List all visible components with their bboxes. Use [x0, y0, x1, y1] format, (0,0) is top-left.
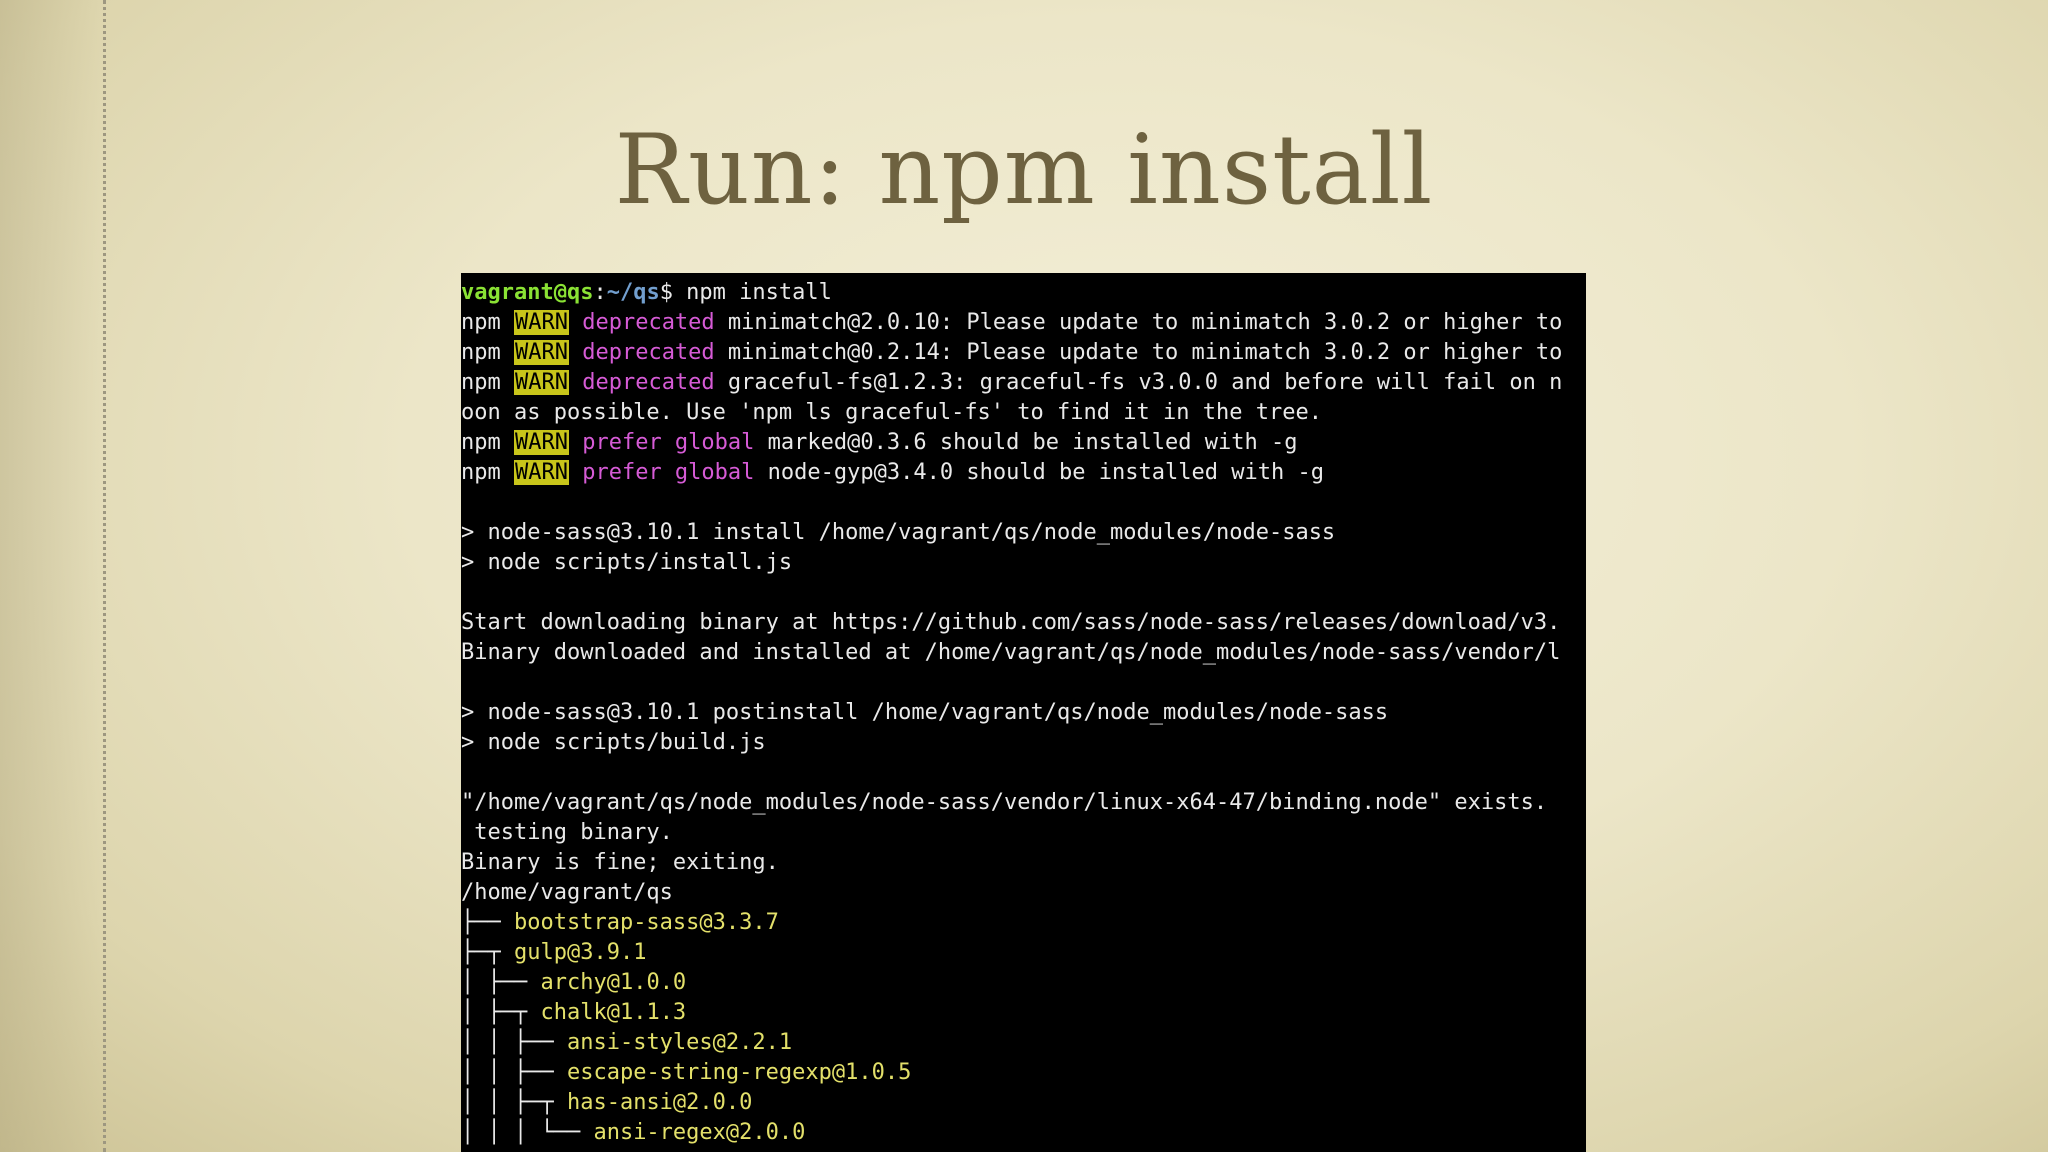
- tree-branch: │ │ ├──: [461, 1060, 567, 1085]
- tree-branch: │ │ ├──: [461, 1030, 567, 1055]
- slide-title: Run: npm install: [614, 114, 1434, 226]
- tree-package: ansi-styles@2.2.1: [566, 1030, 793, 1055]
- output-line: /home/vagrant/qs: [461, 880, 673, 905]
- tree-line: ├─┬ gulp@3.9.1: [461, 938, 646, 968]
- tree-line: │ │ ├── escape-string-regexp@1.0.5: [461, 1058, 911, 1088]
- tree-branch: │ │ ├─┬: [461, 1090, 567, 1115]
- warn-tag: deprecated: [582, 340, 715, 365]
- warn-message: graceful-fs@1.2.3: graceful-fs v3.0.0 an…: [714, 370, 1563, 395]
- tree-branch: │ │ │ └──: [461, 1120, 594, 1145]
- tree-package: has-ansi@2.0.0: [566, 1090, 753, 1115]
- warn-badge: WARN: [513, 340, 569, 365]
- warn-tag: prefer global: [582, 460, 755, 485]
- tree-package: chalk@1.1.3: [540, 1000, 687, 1025]
- npm-prefix: npm: [461, 460, 514, 485]
- warn-badge: WARN: [513, 460, 569, 485]
- tree-line: │ ├── archy@1.0.0: [461, 968, 686, 998]
- output-line: > node-sass@3.10.1 postinstall /home/vag…: [461, 700, 1389, 725]
- warn-line: npm WARN prefer global marked@0.3.6 shou…: [461, 428, 1297, 458]
- warn-message: minimatch@2.0.10: Please update to minim…: [714, 310, 1563, 335]
- output-line: testing binary.: [461, 820, 673, 845]
- warn-message: marked@0.3.6 should be installed with -g: [754, 430, 1298, 455]
- tree-line: │ │ ├── ansi-styles@2.2.1: [461, 1028, 792, 1058]
- prompt-symbol: $: [659, 280, 673, 305]
- tree-package: archy@1.0.0: [540, 970, 687, 995]
- prompt-user: vagrant@qs: [461, 280, 594, 305]
- warn-line: npm WARN deprecated minimatch@0.2.14: Pl…: [461, 338, 1562, 368]
- tree-line: │ ├─┬ chalk@1.1.3: [461, 998, 686, 1028]
- wrapped-output-line: oon as possible. Use 'npm ls graceful-fs…: [461, 400, 1322, 425]
- warn-message: node-gyp@3.4.0 should be installed with …: [754, 460, 1324, 485]
- tree-branch: │ ├─┬: [461, 1000, 541, 1025]
- output-line: Binary is fine; exiting.: [461, 850, 779, 875]
- output-line: "/home/vagrant/qs/node_modules/node-sass…: [461, 790, 1548, 815]
- tree-package: ansi-regex@2.0.0: [593, 1120, 806, 1145]
- tree-package: bootstrap-sass@3.3.7: [513, 910, 779, 935]
- tree-line: │ │ │ └── ansi-regex@2.0.0: [461, 1118, 805, 1148]
- output-line: > node scripts/build.js: [461, 730, 766, 755]
- warn-line: npm WARN deprecated graceful-fs@1.2.3: g…: [461, 368, 1562, 398]
- output-line: Start downloading binary at https://gith…: [461, 610, 1561, 635]
- npm-prefix: npm: [461, 340, 514, 365]
- warn-line: npm WARN deprecated minimatch@2.0.10: Pl…: [461, 308, 1562, 338]
- output-line: Binary downloaded and installed at /home…: [461, 640, 1561, 665]
- warn-badge: WARN: [513, 310, 569, 335]
- prompt-path: ~/qs: [606, 280, 660, 305]
- tree-line: │ │ ├─┬ has-ansi@2.0.0: [461, 1088, 752, 1118]
- npm-prefix: npm: [461, 430, 514, 455]
- warn-tag: prefer global: [582, 430, 755, 455]
- warn-message: minimatch@0.2.14: Please update to minim…: [714, 340, 1563, 365]
- terminal-screenshot: vagrant@qs:~/qs$ npm install npm WARN de…: [461, 273, 1586, 1152]
- warn-line: npm WARN prefer global node-gyp@3.4.0 sh…: [461, 458, 1324, 488]
- prompt-line: vagrant@qs:~/qs$ npm install: [461, 278, 832, 308]
- tree-branch: ├──: [461, 910, 514, 935]
- output-line: > node scripts/install.js: [461, 550, 793, 575]
- warn-tag: deprecated: [582, 370, 715, 395]
- output-line: > node-sass@3.10.1 install /home/vagrant…: [461, 520, 1336, 545]
- warn-tag: deprecated: [582, 310, 715, 335]
- slide: Run: npm install vagrant@qs:~/qs$ npm in…: [0, 0, 2048, 1152]
- tree-package: escape-string-regexp@1.0.5: [566, 1060, 912, 1085]
- tree-line: ├── bootstrap-sass@3.3.7: [461, 908, 779, 938]
- warn-badge: WARN: [513, 370, 569, 395]
- tree-package: gulp@3.9.1: [513, 940, 647, 965]
- command-text: npm install: [672, 280, 832, 305]
- npm-prefix: npm: [461, 370, 514, 395]
- tree-branch: ├─┬: [461, 940, 514, 965]
- npm-prefix: npm: [461, 310, 514, 335]
- tree-branch: │ ├──: [461, 970, 541, 995]
- warn-badge: WARN: [513, 430, 569, 455]
- prompt-colon: :: [593, 280, 607, 305]
